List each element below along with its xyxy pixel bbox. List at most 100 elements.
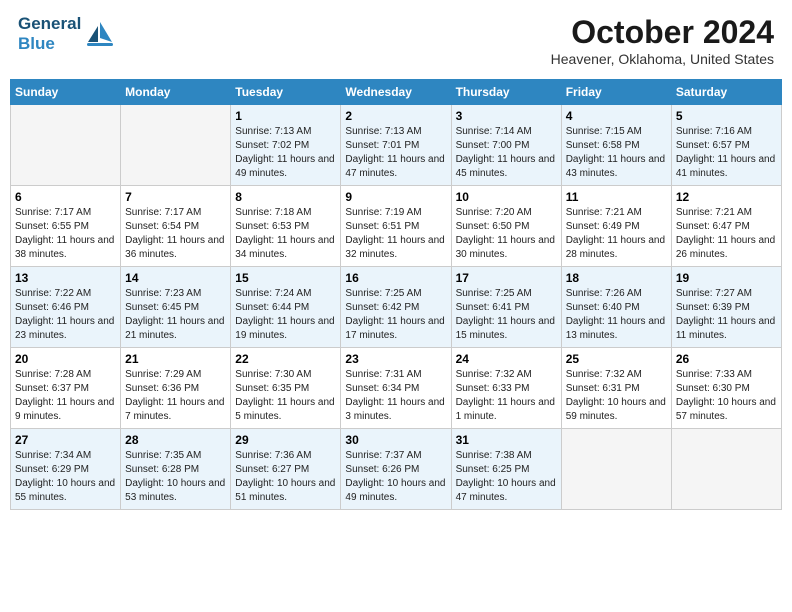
day-info: Sunrise: 7:28 AMSunset: 6:37 PMDaylight:…: [15, 368, 116, 424]
day-info: Sunrise: 7:29 AMSunset: 6:36 PMDaylight:…: [125, 368, 226, 424]
day-number: 8: [235, 190, 336, 204]
page-header: General Blue October 2024 Heavener, Okla…: [10, 10, 782, 71]
day-info: Sunrise: 7:30 AMSunset: 6:35 PMDaylight:…: [235, 368, 336, 424]
calendar-cell: 9 Sunrise: 7:19 AMSunset: 6:51 PMDaylight…: [341, 186, 451, 267]
day-info: Sunrise: 7:22 AMSunset: 6:46 PMDaylight:…: [15, 287, 116, 343]
column-header-monday: Monday: [121, 80, 231, 105]
calendar-cell: 17Sunrise: 7:25 AMSunset: 6:41 PMDayligh…: [451, 267, 561, 348]
calendar-cell: 14Sunrise: 7:23 AMSunset: 6:45 PMDayligh…: [121, 267, 231, 348]
day-number: 10: [456, 190, 557, 204]
calendar-cell: 23Sunrise: 7:31 AMSunset: 6:34 PMDayligh…: [341, 348, 451, 429]
calendar-cell: 10Sunrise: 7:20 AMSunset: 6:50 PMDayligh…: [451, 186, 561, 267]
day-number: 7: [125, 190, 226, 204]
day-info: Sunrise: 7:25 AMSunset: 6:41 PMDaylight:…: [456, 287, 557, 343]
day-number: 11: [566, 190, 667, 204]
day-info: Sunrise: 7:17 AMSunset: 6:55 PMDaylight:…: [15, 206, 116, 262]
day-number: 16: [345, 271, 446, 285]
column-header-saturday: Saturday: [671, 80, 781, 105]
calendar-cell: 30Sunrise: 7:37 AMSunset: 6:26 PMDayligh…: [341, 429, 451, 510]
day-info: Sunrise: 7:21 AMSunset: 6:49 PMDaylight:…: [566, 206, 667, 262]
calendar-cell: 2 Sunrise: 7:13 AMSunset: 7:01 PMDaylight…: [341, 105, 451, 186]
calendar-cell: 28 Sunrise: 7:35 AMSunset: 6:28 PMDayligh…: [121, 429, 231, 510]
day-info: Sunrise: 7:32 AMSunset: 6:31 PMDaylight:…: [566, 368, 667, 424]
day-info: Sunrise: 7:35 AMSunset: 6:28 PMDaylight:…: [125, 449, 226, 505]
column-header-wednesday: Wednesday: [341, 80, 451, 105]
day-info: Sunrise: 7:13 AMSunset: 7:01 PMDaylight:…: [345, 125, 446, 181]
day-number: 3: [456, 109, 557, 123]
calendar-cell: 18Sunrise: 7:26 AMSunset: 6:40 PMDayligh…: [561, 267, 671, 348]
day-info: Sunrise: 7:18 AMSunset: 6:53 PMDaylight:…: [235, 206, 336, 262]
day-number: 21: [125, 352, 226, 366]
calendar-cell: 15 Sunrise: 7:24 AMSunset: 6:44 PMDayligh…: [231, 267, 341, 348]
calendar-cell: 16 Sunrise: 7:25 AMSunset: 6:42 PMDayligh…: [341, 267, 451, 348]
week-row-3: 13 Sunrise: 7:22 AMSunset: 6:46 PMDayligh…: [11, 267, 782, 348]
column-header-sunday: Sunday: [11, 80, 121, 105]
calendar-cell: 3 Sunrise: 7:14 AMSunset: 7:00 PMDaylight…: [451, 105, 561, 186]
week-row-1: 1 Sunrise: 7:13 AMSunset: 7:02 PMDaylight…: [11, 105, 782, 186]
day-info: Sunrise: 7:14 AMSunset: 7:00 PMDaylight:…: [456, 125, 557, 181]
day-number: 29: [235, 433, 336, 447]
day-number: 31: [456, 433, 557, 447]
day-number: 28: [125, 433, 226, 447]
day-info: Sunrise: 7:34 AMSunset: 6:29 PMDaylight:…: [15, 449, 116, 505]
day-info: Sunrise: 7:32 AMSunset: 6:33 PMDaylight:…: [456, 368, 557, 424]
general-blue-icon: [84, 18, 116, 50]
calendar-table: SundayMondayTuesdayWednesdayThursdayFrid…: [10, 79, 782, 510]
day-number: 15: [235, 271, 336, 285]
day-number: 5: [676, 109, 777, 123]
day-number: 22: [235, 352, 336, 366]
day-info: Sunrise: 7:23 AMSunset: 6:45 PMDaylight:…: [125, 287, 226, 343]
day-info: Sunrise: 7:17 AMSunset: 6:54 PMDaylight:…: [125, 206, 226, 262]
calendar-cell: 26Sunrise: 7:33 AMSunset: 6:30 PMDayligh…: [671, 348, 781, 429]
day-number: 2: [345, 109, 446, 123]
calendar-cell: 4Sunrise: 7:15 AMSunset: 6:58 PMDaylight…: [561, 105, 671, 186]
day-info: Sunrise: 7:37 AMSunset: 6:26 PMDaylight:…: [345, 449, 446, 505]
day-number: 19: [676, 271, 777, 285]
logo-line1: General: [18, 14, 81, 34]
week-row-2: 6 Sunrise: 7:17 AMSunset: 6:55 PMDaylight…: [11, 186, 782, 267]
calendar-cell: [11, 105, 121, 186]
header-row: SundayMondayTuesdayWednesdayThursdayFrid…: [11, 80, 782, 105]
day-info: Sunrise: 7:16 AMSunset: 6:57 PMDaylight:…: [676, 125, 777, 181]
day-info: Sunrise: 7:21 AMSunset: 6:47 PMDaylight:…: [676, 206, 777, 262]
calendar-cell: 5 Sunrise: 7:16 AMSunset: 6:57 PMDaylight…: [671, 105, 781, 186]
day-info: Sunrise: 7:13 AMSunset: 7:02 PMDaylight:…: [235, 125, 336, 181]
day-info: Sunrise: 7:27 AMSunset: 6:39 PMDaylight:…: [676, 287, 777, 343]
calendar-cell: 27 Sunrise: 7:34 AMSunset: 6:29 PMDayligh…: [11, 429, 121, 510]
day-info: Sunrise: 7:24 AMSunset: 6:44 PMDaylight:…: [235, 287, 336, 343]
day-info: Sunrise: 7:33 AMSunset: 6:30 PMDaylight:…: [676, 368, 777, 424]
day-number: 6: [15, 190, 116, 204]
day-number: 1: [235, 109, 336, 123]
column-header-thursday: Thursday: [451, 80, 561, 105]
calendar-cell: 11 Sunrise: 7:21 AMSunset: 6:49 PMDayligh…: [561, 186, 671, 267]
day-info: Sunrise: 7:36 AMSunset: 6:27 PMDaylight:…: [235, 449, 336, 505]
calendar-cell: 7 Sunrise: 7:17 AMSunset: 6:54 PMDaylight…: [121, 186, 231, 267]
logo: General Blue: [18, 14, 116, 55]
calendar-cell: 19 Sunrise: 7:27 AMSunset: 6:39 PMDayligh…: [671, 267, 781, 348]
day-number: 13: [15, 271, 116, 285]
day-number: 25: [566, 352, 667, 366]
day-info: Sunrise: 7:26 AMSunset: 6:40 PMDaylight:…: [566, 287, 667, 343]
day-number: 27: [15, 433, 116, 447]
calendar-cell: 24 Sunrise: 7:32 AMSunset: 6:33 PMDayligh…: [451, 348, 561, 429]
day-number: 12: [676, 190, 777, 204]
day-number: 24: [456, 352, 557, 366]
calendar-cell: 13 Sunrise: 7:22 AMSunset: 6:46 PMDayligh…: [11, 267, 121, 348]
calendar-cell: 1 Sunrise: 7:13 AMSunset: 7:02 PMDaylight…: [231, 105, 341, 186]
calendar-cell: [561, 429, 671, 510]
calendar-cell: [671, 429, 781, 510]
day-info: Sunrise: 7:31 AMSunset: 6:34 PMDaylight:…: [345, 368, 446, 424]
calendar-cell: 12 Sunrise: 7:21 AMSunset: 6:47 PMDayligh…: [671, 186, 781, 267]
calendar-cell: 6 Sunrise: 7:17 AMSunset: 6:55 PMDaylight…: [11, 186, 121, 267]
location: Heavener, Oklahoma, United States: [551, 51, 774, 67]
column-header-friday: Friday: [561, 80, 671, 105]
title-block: October 2024 Heavener, Oklahoma, United …: [551, 14, 774, 67]
calendar-cell: 29 Sunrise: 7:36 AMSunset: 6:27 PMDayligh…: [231, 429, 341, 510]
calendar-cell: 22 Sunrise: 7:30 AMSunset: 6:35 PMDayligh…: [231, 348, 341, 429]
calendar-cell: 8 Sunrise: 7:18 AMSunset: 6:53 PMDaylight…: [231, 186, 341, 267]
day-number: 9: [345, 190, 446, 204]
day-info: Sunrise: 7:19 AMSunset: 6:51 PMDaylight:…: [345, 206, 446, 262]
day-info: Sunrise: 7:25 AMSunset: 6:42 PMDaylight:…: [345, 287, 446, 343]
week-row-5: 27 Sunrise: 7:34 AMSunset: 6:29 PMDayligh…: [11, 429, 782, 510]
calendar-cell: 25 Sunrise: 7:32 AMSunset: 6:31 PMDayligh…: [561, 348, 671, 429]
